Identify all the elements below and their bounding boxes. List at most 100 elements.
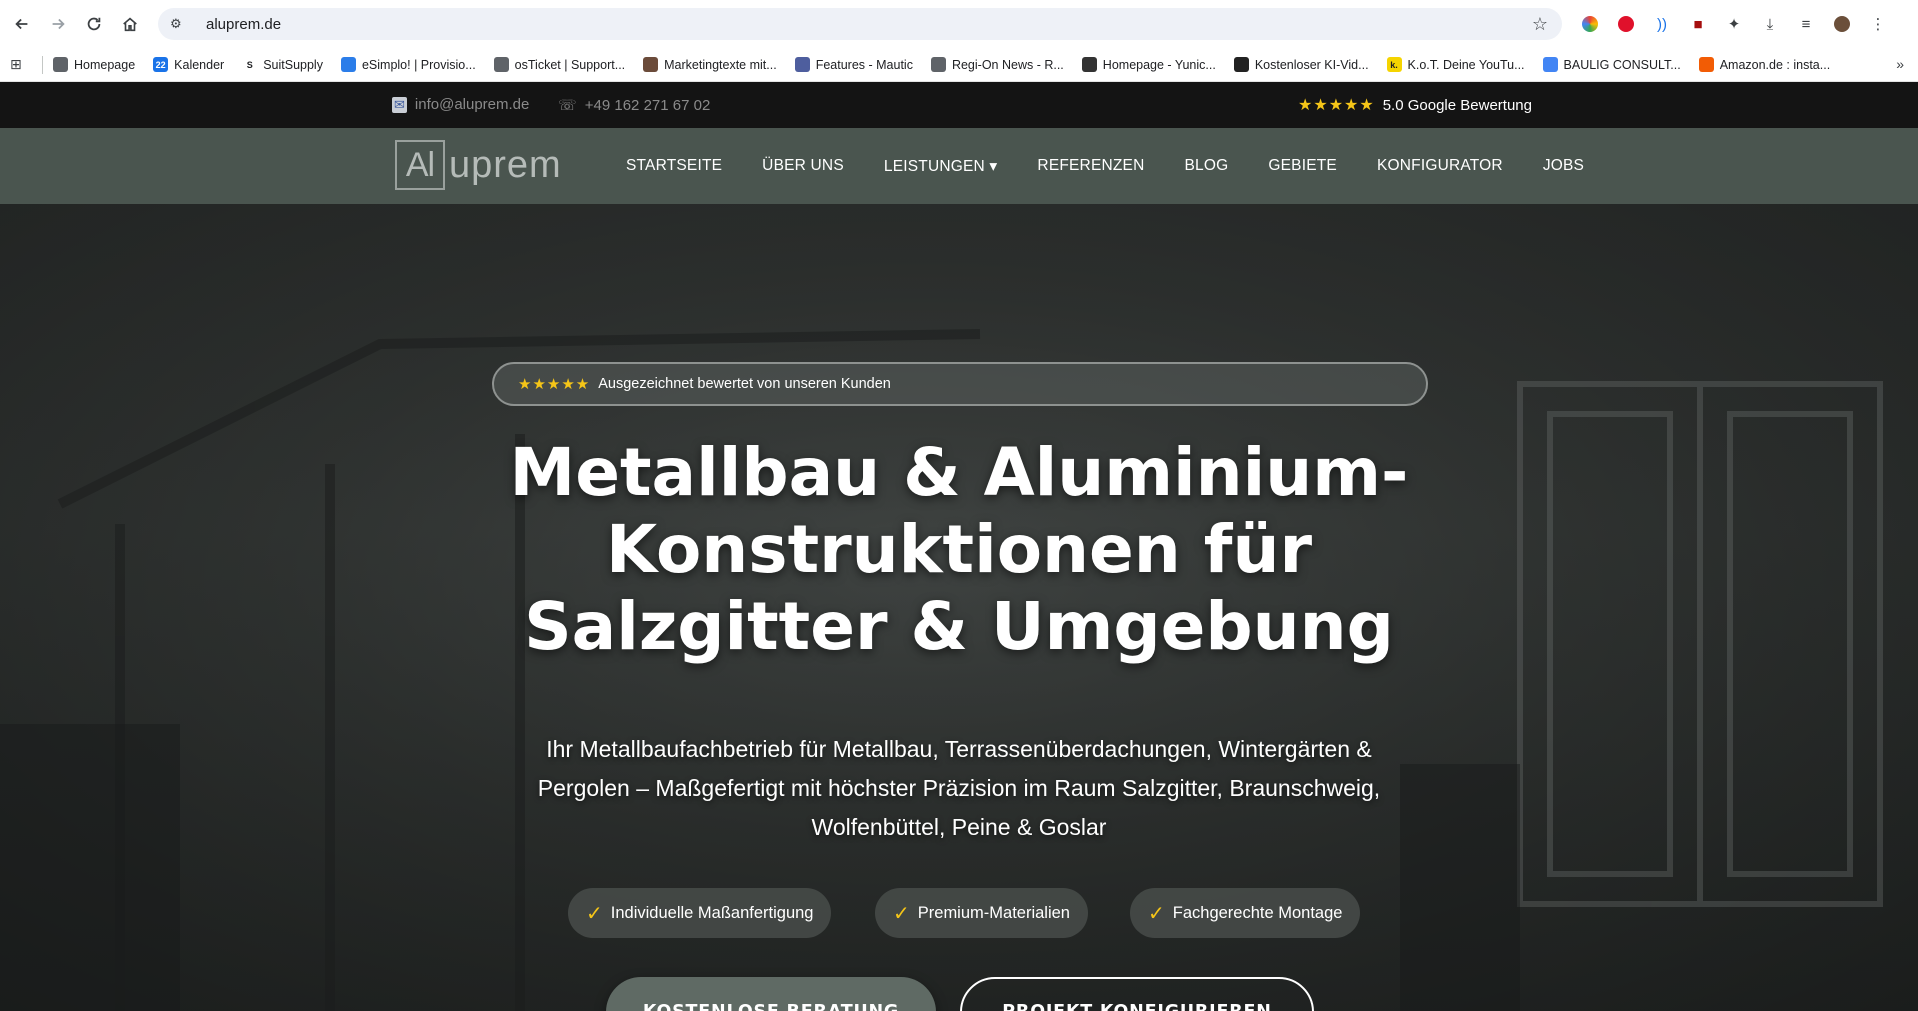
nav-menu: STARTSEITE ÜBER UNS LEISTUNGEN ▾ REFERENZEN… bbox=[626, 128, 1624, 204]
nav-item-startseite[interactable]: STARTSEITE bbox=[626, 157, 722, 175]
website: ✉ info@aluprem.de ☏ +49 162 271 67 02 ★★… bbox=[0, 82, 1918, 1011]
nav-item-gebiete[interactable]: GEBIETE bbox=[1268, 157, 1337, 175]
site-settings-icon[interactable]: ⚙ bbox=[170, 16, 192, 32]
feature-label: Fachgerechte Montage bbox=[1172, 903, 1343, 922]
phone-icon: ☏ bbox=[558, 97, 577, 114]
main-navigation: Al uprem STARTSEITE ÜBER UNS LEISTUNGEN ▾ R… bbox=[0, 128, 1918, 204]
check-icon: ✓ bbox=[586, 902, 603, 925]
bookmark-item[interactable]: S SuitSupply bbox=[242, 57, 323, 72]
bookmark-item[interactable]: Regi-On News - R... bbox=[930, 57, 1064, 72]
url-text: aluprem.de bbox=[206, 15, 282, 33]
bookmark-label: Regi-On News - R... bbox=[951, 57, 1064, 72]
extensions-area: )) ■ ✦ ⤓ ≡ ⋮ bbox=[1572, 8, 1896, 40]
hero-headline: Metallbau & Aluminium- Konstruktionen fü… bbox=[459, 434, 1459, 665]
free-consultation-button[interactable]: KOSTENLOSE BERATUNG bbox=[606, 977, 936, 1011]
google-rating[interactable]: ★★★★★ 5.0 Google Bewertung bbox=[1298, 95, 1532, 115]
bookmark-item[interactable]: Homepage bbox=[53, 57, 135, 72]
bookmark-star-icon[interactable]: ☆ bbox=[1532, 14, 1548, 35]
bookmark-favicon-icon bbox=[1542, 57, 1558, 72]
bookmark-item[interactable]: Amazon.de : insta... bbox=[1698, 57, 1831, 72]
feature-pill-materials: ✓ Premium-Materialien bbox=[875, 888, 1088, 938]
bookmark-label: Kostenloser KI-Vid... bbox=[1254, 57, 1369, 72]
shield-extension-icon[interactable]: ■ bbox=[1680, 8, 1716, 40]
address-bar[interactable]: ⚙ aluprem.de ☆ bbox=[158, 8, 1562, 40]
logo-box: Al bbox=[395, 140, 445, 190]
bookmark-label: Amazon.de : insta... bbox=[1719, 57, 1831, 72]
browser-toolbar: ⚙ aluprem.de ☆ )) ■ ✦ ⤓ ≡ ⋮ bbox=[0, 0, 1918, 48]
wave-extension-icon[interactable]: )) bbox=[1644, 8, 1680, 40]
phone-contact[interactable]: ☏ +49 162 271 67 02 bbox=[558, 96, 711, 115]
check-icon: ✓ bbox=[1148, 902, 1165, 925]
forward-arrow-icon[interactable] bbox=[40, 6, 76, 42]
bookmark-favicon-icon bbox=[1698, 57, 1714, 72]
menu-dots-icon[interactable]: ⋮ bbox=[1860, 8, 1896, 40]
bookmark-favicon-icon bbox=[1233, 57, 1249, 72]
bookmark-favicon-icon bbox=[643, 57, 659, 72]
bookmark-item[interactable]: k. K.o.T. Deine YouTu... bbox=[1386, 57, 1525, 72]
bookmark-favicon-icon bbox=[340, 57, 356, 72]
back-arrow-icon[interactable] bbox=[4, 6, 40, 42]
email-text: info@aluprem.de bbox=[414, 96, 530, 113]
configure-project-button[interactable]: PROJEKT KONFIGURIEREN bbox=[960, 977, 1314, 1011]
bookmark-list: Homepage 22 Kalender S SuitSupply eSimplo! | … bbox=[53, 57, 1848, 72]
nav-item-blog[interactable]: BLOG bbox=[1185, 157, 1229, 175]
headline-line-1: Metallbau & Aluminium- bbox=[509, 434, 1409, 511]
puzzle-icon[interactable]: ✦ bbox=[1716, 8, 1752, 40]
bookmark-item[interactable]: Marketingtexte mit... bbox=[643, 57, 777, 72]
bookmark-item[interactable]: osTicket | Support... bbox=[493, 57, 625, 72]
nav-item-über-uns[interactable]: ÜBER UNS bbox=[762, 157, 844, 175]
bookmark-item[interactable]: Features - Mautic bbox=[794, 57, 913, 72]
media-control-icon[interactable]: ≡ bbox=[1788, 8, 1824, 40]
bookmark-label: SuitSupply bbox=[263, 57, 323, 72]
nav-item-konfigurator[interactable]: KONFIGURATOR bbox=[1377, 157, 1503, 175]
bookmark-label: Features - Mautic bbox=[815, 57, 913, 72]
reload-icon[interactable] bbox=[76, 6, 112, 42]
hero-section: ★★★★★ Ausgezeichnet bewertet von unseren… bbox=[0, 204, 1918, 1011]
download-icon[interactable]: ⤓ bbox=[1752, 8, 1788, 40]
hero-subline: Ihr Metallbaufachbetrieb für Metallbau, … bbox=[537, 736, 1381, 840]
feature-pill-installation: ✓ Fachgerechte Montage bbox=[1130, 888, 1361, 938]
aluprem-logo[interactable]: Al uprem bbox=[395, 138, 573, 192]
color-extension-icon[interactable] bbox=[1572, 8, 1608, 40]
bookmark-favicon-icon bbox=[794, 57, 810, 72]
mail-icon: ✉ bbox=[392, 96, 407, 113]
more-bookmarks-icon[interactable]: » bbox=[1896, 56, 1904, 72]
profile-avatar-icon[interactable] bbox=[1824, 8, 1860, 40]
headline-line-3: Salzgitter & Umgebung bbox=[524, 588, 1394, 665]
badge-stars: ★★★★★ bbox=[518, 376, 591, 393]
headline-line-2: Konstruktionen für bbox=[605, 511, 1313, 588]
bookmark-item[interactable]: 22 Kalender bbox=[153, 57, 224, 72]
feature-pill-custom: ✓ Individuelle Maßanfertigung bbox=[568, 888, 832, 938]
badge-text: Ausgezeichnet bewertet von unseren Kunde… bbox=[598, 376, 891, 392]
bookmark-label: Kalender bbox=[174, 57, 225, 72]
bookmark-label: eSimplo! | Provisio... bbox=[361, 57, 476, 72]
home-icon[interactable] bbox=[112, 6, 148, 42]
bookmark-favicon-icon: k. bbox=[1386, 57, 1402, 72]
logo-wordmark: uprem bbox=[449, 143, 562, 186]
feature-label: Premium-Materialien bbox=[917, 903, 1070, 922]
bookmark-favicon-icon: 22 bbox=[153, 57, 169, 72]
bookmark-item[interactable]: eSimplo! | Provisio... bbox=[340, 57, 476, 72]
bookmark-label: K.o.T. Deine YouTu... bbox=[1407, 57, 1525, 72]
bookmark-item[interactable]: BAULIG CONSULT... bbox=[1542, 57, 1681, 72]
bookmark-label: BAULIG CONSULT... bbox=[1563, 57, 1681, 72]
bookmark-label: Homepage - Yunic... bbox=[1102, 57, 1216, 72]
nav-item-leistungen[interactable]: LEISTUNGEN ▾ bbox=[884, 157, 998, 176]
feature-label: Individuelle Maßanfertigung bbox=[610, 903, 814, 922]
email-contact[interactable]: ✉ info@aluprem.de bbox=[392, 96, 529, 113]
bookmark-favicon-icon: S bbox=[242, 57, 258, 72]
bookmark-favicon-icon bbox=[930, 57, 946, 72]
contact-topbar: ✉ info@aluprem.de ☏ +49 162 271 67 02 ★★… bbox=[0, 82, 1918, 128]
nav-item-referenzen[interactable]: REFERENZEN bbox=[1037, 157, 1144, 175]
bookmark-favicon-icon bbox=[53, 57, 68, 72]
phone-text: +49 162 271 67 02 bbox=[584, 96, 711, 114]
bookmark-item[interactable]: Kostenloser KI-Vid... bbox=[1233, 57, 1369, 72]
bookmarks-divider bbox=[42, 55, 43, 74]
apps-grid-icon[interactable]: ⊞ bbox=[10, 56, 32, 73]
rating-badge: ★★★★★ Ausgezeichnet bewertet von unseren… bbox=[492, 362, 1428, 406]
nav-item-jobs[interactable]: JOBS bbox=[1543, 157, 1584, 175]
opera-extension-icon[interactable] bbox=[1608, 8, 1644, 40]
check-icon: ✓ bbox=[893, 902, 910, 925]
bookmark-item[interactable]: Homepage - Yunic... bbox=[1081, 57, 1216, 72]
rating-text: 5.0 Google Bewertung bbox=[1382, 96, 1532, 114]
